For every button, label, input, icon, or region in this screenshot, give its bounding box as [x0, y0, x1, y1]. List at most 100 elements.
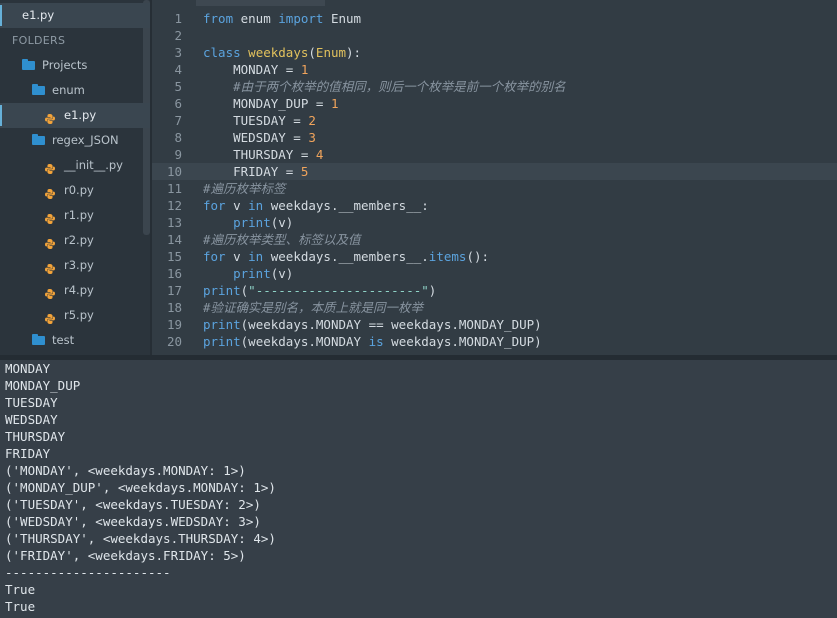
code-line[interactable]: 20 print(weekdays.MONDAY is weekdays.MOND… — [152, 333, 837, 350]
code-line[interactable]: 5 #由于两个枚举的值相同，则后一个枚举是前一个枚举的别名 — [152, 78, 837, 95]
line-number: 1 — [174, 11, 182, 26]
output-line: THURSDAY — [5, 429, 66, 444]
output-line: ('THURSDAY', <weekdays.THURSDAY: 4>) — [5, 531, 276, 546]
tree-item-label: r1.py — [64, 208, 94, 222]
line-number: 14 — [166, 232, 182, 247]
code-line[interactable]: 2 — [152, 27, 837, 44]
folder-icon — [32, 134, 45, 145]
line-number: 13 — [166, 215, 182, 230]
tree-item-r2-py[interactable]: r2.py — [0, 228, 150, 253]
code-text: MONDAY = 1 — [203, 62, 309, 77]
open-file-item[interactable]: e1.py — [0, 3, 150, 28]
code-line[interactable]: 9 THURSDAY = 4 — [152, 146, 837, 163]
code-line[interactable]: 18 #验证确实是别名，本质上就是同一枚举 — [152, 299, 837, 316]
code-line[interactable]: 15 for v in weekdays.__members__.items(): — [152, 248, 837, 265]
code-text: print(weekdays.MONDAY is weekdays.MONDAY… — [203, 334, 542, 349]
line-number: 4 — [174, 62, 182, 77]
line-number: 10 — [166, 164, 182, 179]
code-line[interactable]: 7 TUESDAY = 2 — [152, 112, 837, 129]
code-line[interactable]: 8 WEDSDAY = 3 — [152, 129, 837, 146]
code-text: print("----------------------") — [203, 283, 437, 298]
output-line: ('FRIDAY', <weekdays.FRIDAY: 5>) — [5, 548, 246, 563]
tree-item-e1-py[interactable]: e1.py — [0, 103, 150, 128]
code-line[interactable]: 3 class weekdays(Enum): — [152, 44, 837, 61]
python-file-icon — [44, 284, 56, 299]
code-text: for v in weekdays.__members__: — [203, 198, 429, 213]
line-number: 5 — [174, 79, 182, 94]
folder-icon — [32, 334, 45, 345]
python-file-icon — [44, 159, 56, 174]
code-line[interactable]: 4 MONDAY = 1 — [152, 61, 837, 78]
line-number: 16 — [166, 266, 182, 281]
output-line: ('MONDAY', <weekdays.MONDAY: 1>) — [5, 463, 246, 478]
python-file-icon — [44, 184, 56, 199]
folders-header: FOLDERS — [12, 34, 66, 47]
editor-tab[interactable] — [185, 0, 325, 6]
tree-item-label: test — [52, 333, 75, 347]
tree-item-label: e1.py — [64, 108, 97, 122]
folder-icon — [32, 84, 45, 95]
code-text: WEDSDAY = 3 — [203, 130, 316, 145]
tree-item-label: r5.py — [64, 308, 94, 322]
code-text: for v in weekdays.__members__.items(): — [203, 249, 490, 264]
line-number: 17 — [166, 283, 182, 298]
line-number: 7 — [174, 113, 182, 128]
tree-item-r4-py[interactable]: r4.py — [0, 278, 150, 303]
code-line[interactable]: 19 print(weekdays.MONDAY == weekdays.MOND… — [152, 316, 837, 333]
code-text: class weekdays(Enum): — [203, 45, 362, 60]
output-line: ('WEDSDAY', <weekdays.WEDSDAY: 3>) — [5, 514, 261, 529]
tree-item-r0-py[interactable]: r0.py — [0, 178, 150, 203]
output-line: True — [5, 582, 36, 597]
line-number: 2 — [174, 28, 182, 43]
output-line: ('TUESDAY', <weekdays.TUESDAY: 2>) — [5, 497, 261, 512]
code-text: FRIDAY = 5 — [203, 164, 309, 179]
tree-item-enum[interactable]: enum — [0, 78, 150, 103]
code-line[interactable]: 16 print(v) — [152, 265, 837, 282]
tree-item-test[interactable]: test — [0, 328, 150, 353]
line-number: 9 — [174, 147, 182, 162]
line-number: 3 — [174, 45, 182, 60]
python-file-icon — [44, 234, 56, 249]
line-number: 15 — [166, 249, 182, 264]
tree-item-regex-json[interactable]: regex_JSON — [0, 128, 150, 153]
output-line: MONDAY_DUP — [5, 378, 81, 393]
code-line[interactable]: 13 print(v) — [152, 214, 837, 231]
output-line: FRIDAY — [5, 446, 51, 461]
code-line[interactable]: 17 print("----------------------") — [152, 282, 837, 299]
python-file-icon — [44, 109, 56, 124]
code-text: print(v) — [233, 266, 294, 281]
folder-icon — [22, 59, 35, 70]
line-number: 12 — [166, 198, 182, 213]
code-editor[interactable]: 1 from enum import Enum 2 3 class weekdays(E… — [152, 0, 837, 355]
output-line: True — [5, 599, 36, 614]
tree-item-label: r2.py — [64, 233, 94, 247]
code-line[interactable]: 1 from enum import Enum — [152, 10, 837, 27]
code-line[interactable]: 6 MONDAY_DUP = 1 — [152, 95, 837, 112]
code-text: #由于两个枚举的值相同，则后一个枚举是前一个枚举的别名 — [233, 79, 566, 94]
tree-item-label: r0.py — [64, 183, 94, 197]
tree-item-init-py[interactable]: __init__.py — [0, 153, 150, 178]
code-line[interactable]: 14 #遍历枚举类型、标签以及值 — [152, 231, 837, 248]
code-text: TUESDAY = 2 — [203, 113, 316, 128]
code-text: #验证确实是别名，本质上就是同一枚举 — [203, 300, 424, 315]
output-line: ('MONDAY_DUP', <weekdays.MONDAY: 1>) — [5, 480, 276, 495]
code-text: #遍历枚举类型、标签以及值 — [203, 232, 361, 247]
sidebar: e1.py FOLDERS Projects enum e1.py regex_JSO… — [0, 0, 150, 355]
tree-item-label: r3.py — [64, 258, 94, 272]
tree-item-projects[interactable]: Projects — [0, 53, 150, 78]
tree-item-label: enum — [52, 83, 85, 97]
python-file-icon — [44, 259, 56, 274]
tree-item-r5-py[interactable]: r5.py — [0, 303, 150, 328]
tree-item-label: Projects — [42, 58, 88, 72]
code-text: print(v) — [233, 215, 294, 230]
line-number: 18 — [166, 300, 182, 315]
code-text: THURSDAY = 4 — [203, 147, 324, 162]
tree-item-r3-py[interactable]: r3.py — [0, 253, 150, 278]
code-line[interactable]: 11 #遍历枚举标签 — [152, 180, 837, 197]
tree-item-r1-py[interactable]: r1.py — [0, 203, 150, 228]
code-line[interactable]: 10 FRIDAY = 5 — [152, 163, 837, 180]
python-file-icon — [44, 309, 56, 324]
code-text: MONDAY_DUP = 1 — [203, 96, 339, 111]
line-number: 8 — [174, 130, 182, 145]
code-line[interactable]: 12 for v in weekdays.__members__: — [152, 197, 837, 214]
